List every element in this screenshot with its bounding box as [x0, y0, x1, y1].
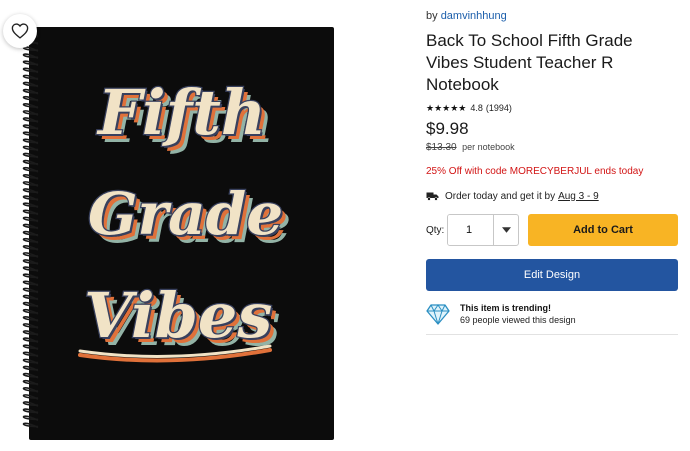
rating-count: (1994): [485, 103, 512, 113]
spiral-loop: [22, 266, 39, 273]
spiral-loop: [22, 181, 39, 187]
caret-down-icon: [501, 227, 511, 233]
spiral-loop: [22, 202, 39, 209]
spiral-loop: [22, 401, 39, 407]
spiral-loop: [22, 294, 39, 301]
spiral-loop: [22, 230, 39, 237]
spiral-loop: [22, 280, 39, 287]
artwork-word-grade: Grade Grade Grade Grade: [87, 179, 291, 256]
spiral-loop: [22, 145, 39, 152]
product-image: .w { font-family: "DejaVu Serif", serif;…: [0, 0, 400, 451]
spiral-loop: [22, 74, 39, 81]
delivery-estimate: Order today and get it by Aug 3 - 9: [426, 189, 678, 203]
spiral-loop: [22, 95, 39, 102]
favorite-button[interactable]: [3, 14, 37, 48]
add-to-cart-button[interactable]: Add to Cart: [528, 214, 678, 246]
spiral-loop: [22, 394, 39, 400]
buy-row: Qty: Add to Cart: [426, 214, 678, 246]
spiral-loop: [22, 138, 39, 145]
spiral-loop: [22, 166, 39, 173]
spiral-loop: [22, 60, 39, 67]
spiral-loop: [22, 81, 39, 88]
byline: by damvinhhung: [426, 10, 678, 24]
product-info: by damvinhhung Back To School Fifth Grad…: [426, 10, 678, 335]
spiral-loop: [22, 124, 39, 131]
spiral-loop: [22, 315, 39, 322]
spiral-loop: [22, 88, 39, 95]
artwork-word-vibes: Vibes Vibes Vibes Vibes: [78, 278, 280, 363]
delivery-text: Order today and get it by: [445, 190, 556, 202]
quantity-select[interactable]: [447, 214, 520, 246]
trending-detail: 69 people viewed this design: [460, 315, 576, 325]
spiral-loop: [22, 330, 39, 336]
svg-text:Grade: Grade: [88, 180, 283, 248]
spiral-loop: [22, 188, 39, 194]
spiral-loop: [22, 337, 39, 344]
spiral-loop: [22, 386, 39, 393]
edit-design-button[interactable]: Edit Design: [426, 259, 678, 291]
byline-prefix: by: [426, 10, 438, 22]
spiral-loop: [22, 252, 39, 258]
rating-score: 4.8: [470, 103, 483, 113]
spiral-loop: [22, 223, 39, 230]
spiral-loop: [22, 323, 39, 329]
spiral-loop: [22, 422, 39, 429]
promo-text: 25% Off with code MORECYBERJUL ends toda…: [426, 166, 644, 177]
spiral-loop: [22, 53, 39, 60]
spiral-loop: [22, 152, 39, 159]
old-price: $13.30: [426, 142, 457, 153]
seller-link[interactable]: damvinhhung: [441, 10, 507, 22]
spiral-loop: [22, 344, 39, 351]
spiral-loop: [22, 287, 39, 294]
spiral-loop: [22, 408, 39, 415]
old-price-row: $13.30 per notebook: [426, 142, 678, 154]
spiral-loop: [22, 379, 39, 386]
spiral-loop: [22, 110, 39, 116]
rating-stars: ★★★★★: [426, 102, 467, 113]
spiral-loop: [22, 195, 39, 202]
spiral-loop: [22, 358, 39, 365]
truck-icon: [426, 191, 439, 201]
svg-text:Fifth: Fifth: [96, 76, 266, 149]
divider: [426, 334, 678, 335]
spiral-loop: [22, 244, 39, 251]
spiral-loop: [22, 159, 39, 166]
spiral-loop: [22, 351, 39, 358]
spiral-loop: [22, 237, 39, 244]
spiral-loop: [22, 415, 39, 422]
price: $9.98: [426, 119, 469, 138]
per-unit-label: per notebook: [462, 142, 515, 152]
svg-text:Vibes: Vibes: [84, 279, 272, 352]
spiral-loop: [22, 131, 39, 138]
diamond-icon: [426, 303, 450, 325]
heart-icon: [11, 23, 29, 39]
spiral-loop: [22, 308, 39, 315]
spiral-loop: [22, 209, 39, 216]
quantity-dropdown-button[interactable]: [493, 215, 518, 245]
qty-label: Qty:: [426, 224, 445, 236]
spiral-loop: [22, 46, 39, 52]
spiral-loop: [22, 173, 39, 180]
spiral-loop: [22, 273, 39, 280]
spiral-binding: [22, 31, 39, 429]
spiral-loop: [22, 67, 39, 74]
notebook-artwork: .w { font-family: "DejaVu Serif", serif;…: [78, 75, 291, 363]
spiral-loop: [22, 102, 39, 109]
trending-title: This item is trending!: [460, 303, 552, 313]
spiral-loop: [22, 301, 39, 308]
rating[interactable]: ★★★★★ 4.8 (1994): [426, 102, 678, 114]
spiral-loop: [22, 117, 39, 123]
trending-notice: This item is trending! 69 people viewed …: [426, 301, 678, 327]
spiral-loop: [22, 216, 39, 223]
spiral-loop: [22, 259, 39, 265]
artwork-word-fifth: Fifth Fifth Fifth Fifth: [95, 75, 274, 157]
product-title: Back To School Fifth Grade Vibes Student…: [426, 31, 633, 94]
spiral-loop: [22, 372, 39, 379]
spiral-loop: [22, 365, 39, 372]
delivery-date-link[interactable]: Aug 3 - 9: [558, 191, 599, 202]
quantity-input[interactable]: [448, 215, 493, 245]
